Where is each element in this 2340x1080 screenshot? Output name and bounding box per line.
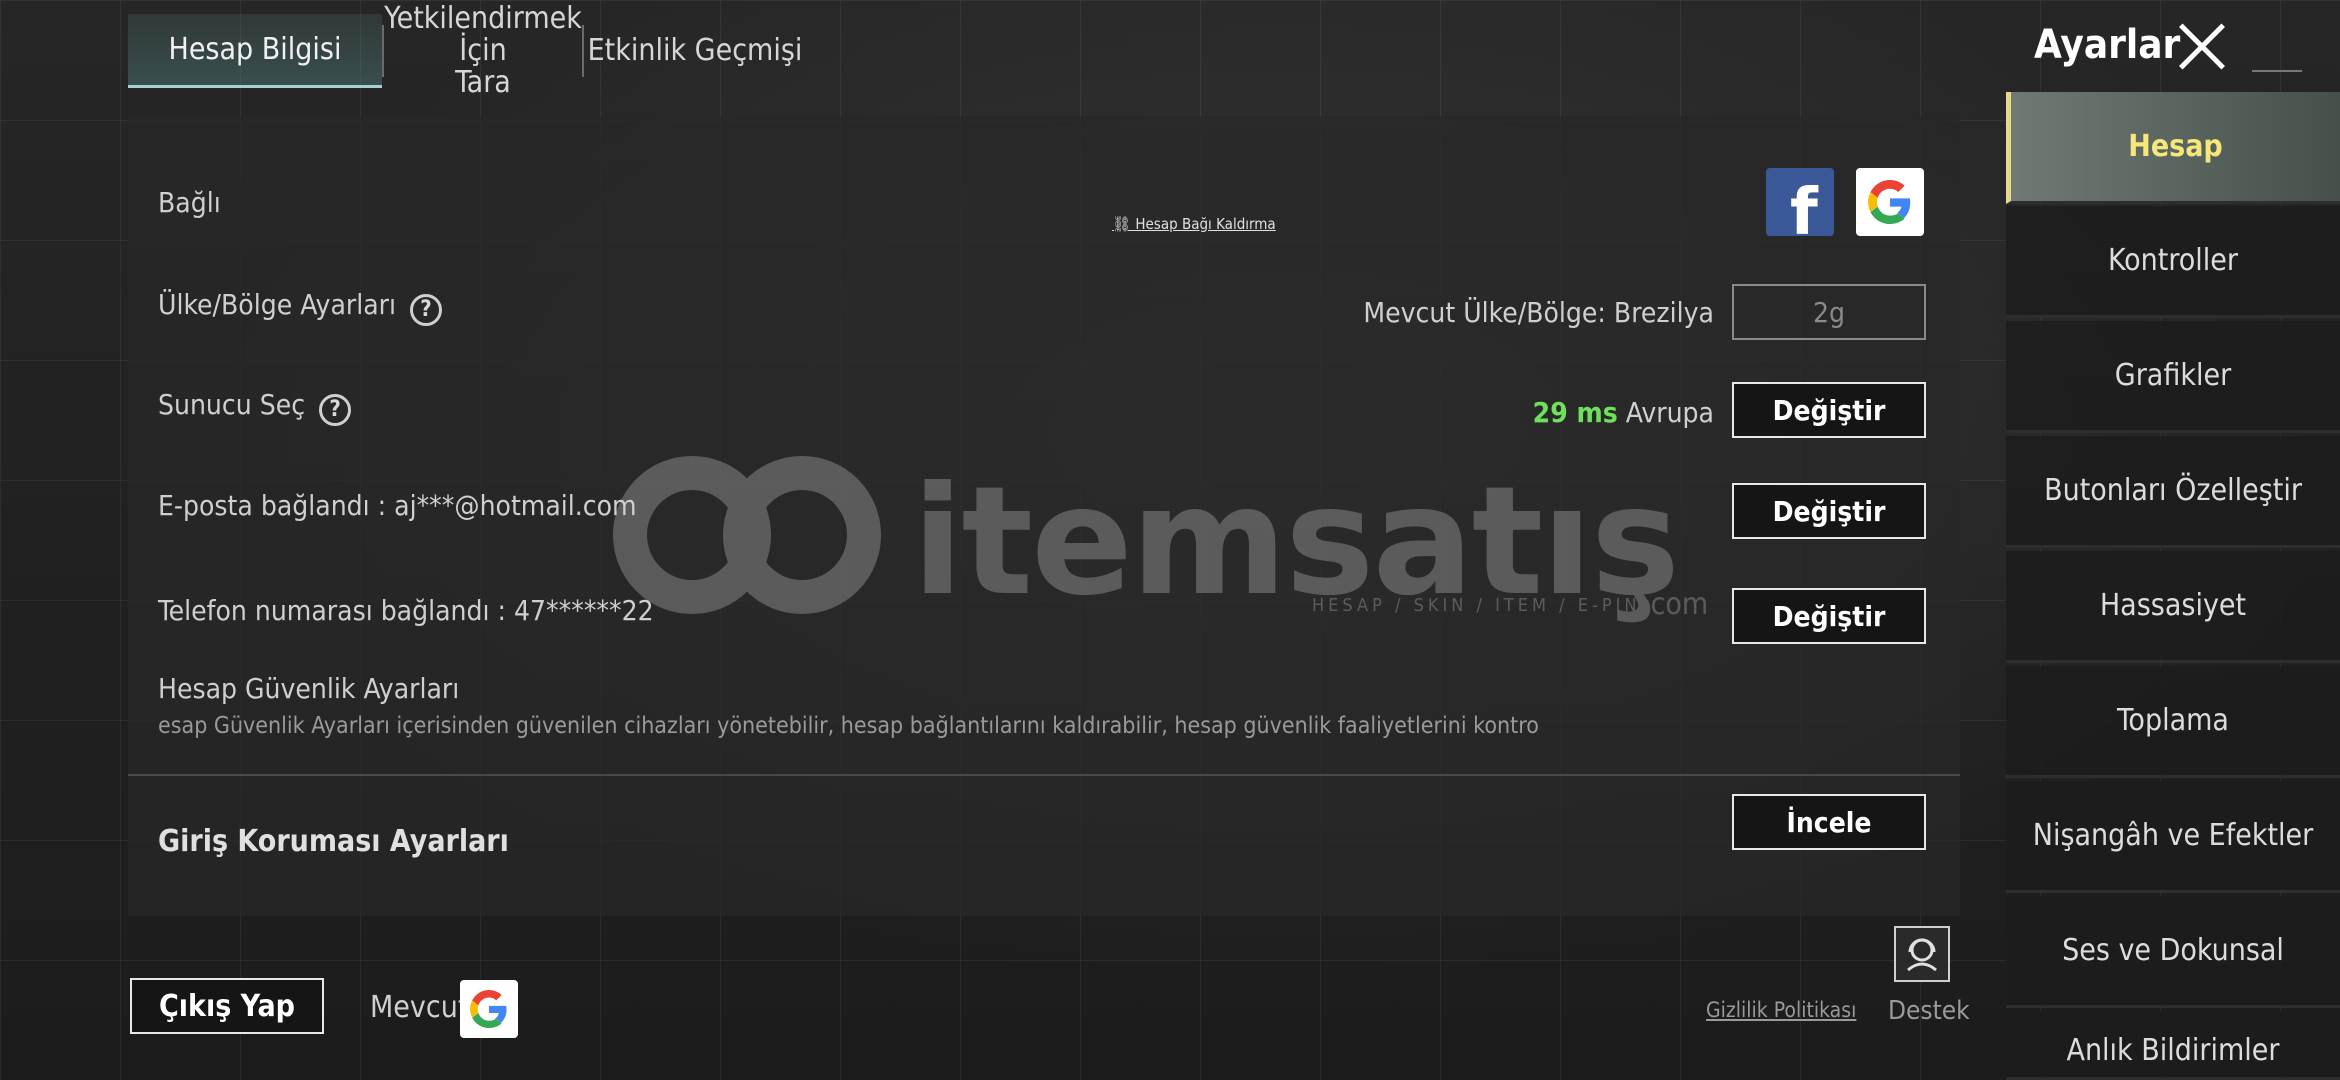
tab-scan-authorize-label-line2: Tara <box>455 65 511 100</box>
sidebar-item-label: Kontroller <box>2107 243 2239 278</box>
region-row: Ülke/Bölge Ayarları? Mevcut Ülke/Bölge: … <box>158 284 1926 344</box>
sidebar-item-customize-buttons[interactable]: Butonları Özelleştir <box>2006 436 2340 548</box>
unlink-account-label: Hesap Bağı Kaldırma <box>1135 215 1276 233</box>
server-label: Sunucu Seç <box>158 388 306 421</box>
sidebar-item-notifications[interactable]: Anlık Bildirimler <box>2006 1011 2340 1080</box>
current-login-label: Mevcut <box>370 990 469 1025</box>
security-label: Hesap Güvenlik Ayarları <box>158 672 460 705</box>
region-label: Ülke/Bölge Ayarları <box>158 288 397 321</box>
sidebar-item-label: Toplama <box>2117 703 2229 738</box>
tab-scan-authorize-label-line1: Yetkilendirmek İçin <box>384 1 582 68</box>
tab-account-info[interactable]: Hesap Bilgisi <box>128 14 382 88</box>
linked-row: Bağlı <box>158 186 1926 219</box>
facebook-icon[interactable]: f <box>1766 168 1834 250</box>
logout-button[interactable]: Çıkış Yap <box>130 978 324 1034</box>
page-title: Ayarlar <box>2034 22 2181 68</box>
email-label: E-posta bağlandı : aj***@hotmail.com <box>158 489 637 522</box>
privacy-policy-link[interactable]: Gizlilik Politikası <box>1706 998 1856 1022</box>
linked-label: Bağlı <box>158 186 221 219</box>
security-row: Hesap Güvenlik Ayarları esap Güvenlik Ay… <box>158 672 1926 850</box>
help-icon[interactable]: ? <box>410 293 443 326</box>
help-icon[interactable]: ? <box>319 393 352 426</box>
change-email-button[interactable]: Değiştir <box>1732 483 1926 539</box>
server-status: 29 ms Avrupa <box>1533 396 1714 429</box>
change-server-button-label: Değiştir <box>1772 393 1886 427</box>
region-current: Mevcut Ülke/Bölge: Brezilya <box>1363 296 1714 329</box>
tab-scan-authorize[interactable]: Yetkilendirmek İçin Tara <box>384 3 582 99</box>
divider <box>2252 70 2302 72</box>
google-icon <box>460 980 518 1038</box>
sidebar-item-scope-effects[interactable]: Nişangâh ve Efektler <box>2006 781 2340 893</box>
sidebar-item-label: Ses ve Dokunsal <box>2062 933 2284 968</box>
tab-account-info-label: Hesap Bilgisi <box>168 31 342 67</box>
sidebar-item-graphics[interactable]: Grafikler <box>2006 321 2340 433</box>
sidebar-item-controls[interactable]: Kontroller <box>2006 206 2340 318</box>
tab-activity-history-label: Etkinlik Geçmişi <box>587 33 803 68</box>
login-protection-row: Giriş Koruması Ayarları <box>158 824 1926 859</box>
change-phone-button-label: Değiştir <box>1772 599 1886 633</box>
change-email-button-label: Değiştir <box>1772 494 1886 528</box>
top-tabs: Hesap Bilgisi Yetkilendirmek İçin Tara E… <box>128 3 806 99</box>
sidebar-item-label: Butonları Özelleştir <box>2044 473 2302 508</box>
tab-activity-history[interactable]: Etkinlik Geçmişi <box>584 14 806 88</box>
sidebar-item-account[interactable]: Hesap <box>2006 92 2340 204</box>
sidebar-item-audio-haptics[interactable]: Ses ve Dokunsal <box>2006 896 2340 1008</box>
server-row: Sunucu Seç? 29 ms Avrupa Değiştir <box>158 382 1926 444</box>
phone-row: Telefon numarası bağlandı : 47******22 D… <box>158 588 1926 650</box>
sidebar-item-label: Hesap <box>2128 129 2223 164</box>
security-description: esap Güvenlik Ayarları içerisinden güven… <box>158 713 1539 739</box>
email-row: E-posta bağlandı : aj***@hotmail.com Değ… <box>158 483 1926 545</box>
sidebar-item-label: Nişangâh ve Efektler <box>2032 818 2314 853</box>
change-phone-button[interactable]: Değiştir <box>1732 588 1926 644</box>
sidebar-item-label: Anlık Bildirimler <box>2066 1033 2280 1068</box>
sidebar-item-pickup[interactable]: Toplama <box>2006 666 2340 778</box>
divider <box>128 774 1960 776</box>
logout-button-label: Çıkış Yap <box>158 988 295 1024</box>
support-label: Destek <box>1888 996 1970 1026</box>
sidebar-item-label: Grafikler <box>2114 358 2232 393</box>
server-region: Avrupa <box>1625 396 1714 429</box>
region-button-label: 2g <box>1812 295 1846 329</box>
phone-label: Telefon numarası bağlandı : 47******22 <box>158 594 654 627</box>
support-icon[interactable] <box>1894 926 1950 982</box>
close-icon[interactable] <box>2176 20 2228 72</box>
settings-sidebar: Hesap Kontroller Grafikler Butonları Öze… <box>2006 92 2340 1080</box>
sidebar-item-sensitivity[interactable]: Hassasiyet <box>2006 551 2340 663</box>
login-protection-label: Giriş Koruması Ayarları <box>158 824 509 859</box>
region-button[interactable]: 2g <box>1732 284 1926 340</box>
unlink-account-link[interactable]: ⛓ Hesap Bağı Kaldırma <box>1112 215 1276 233</box>
change-server-button[interactable]: Değiştir <box>1732 382 1926 438</box>
link-icon: ⛓ <box>1112 215 1132 233</box>
account-panel: Bağlı ⛓ Hesap Bağı Kaldırma f Ülke/Bölge… <box>128 116 1960 916</box>
server-ping: 29 ms <box>1532 396 1618 429</box>
sidebar-item-label: Hassasiyet <box>2099 588 2247 623</box>
google-icon[interactable] <box>1856 168 1924 236</box>
